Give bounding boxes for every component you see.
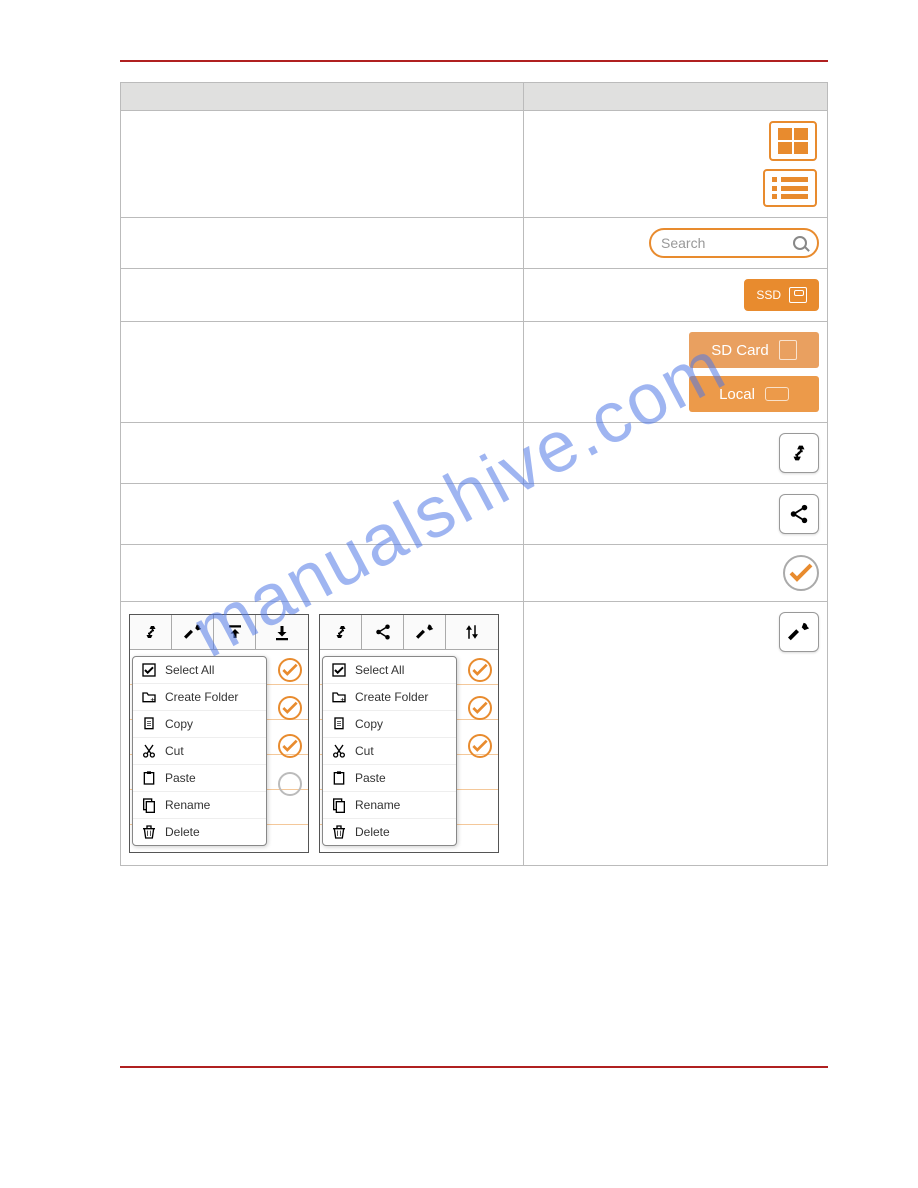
menu-select-all[interactable]: Select All xyxy=(133,657,266,684)
tb-share-2[interactable] xyxy=(362,615,404,649)
refresh-button[interactable] xyxy=(779,433,819,473)
menu-delete-2[interactable]: Delete xyxy=(323,819,456,845)
menu-paste[interactable]: Paste xyxy=(133,765,266,792)
ssd-button[interactable]: SSD xyxy=(744,279,819,311)
menu-cut-2[interactable]: Cut xyxy=(323,738,456,765)
menu-create-folder[interactable]: +Create Folder xyxy=(133,684,266,711)
drive-icon xyxy=(789,287,807,303)
svg-text:+: + xyxy=(150,695,155,704)
grid-view-button[interactable] xyxy=(769,121,817,161)
context-menu-panel-1: Select All +Create Folder Copy Cut Paste… xyxy=(129,614,309,853)
svg-text:+: + xyxy=(340,695,345,704)
sd-card-button[interactable]: SD Card xyxy=(689,332,819,368)
ssd-label: SSD xyxy=(756,288,781,302)
tb-upload[interactable] xyxy=(214,615,256,649)
local-label: Local xyxy=(719,386,755,403)
wrench-icon xyxy=(788,621,810,643)
menu-delete[interactable]: Delete xyxy=(133,819,266,845)
share-icon xyxy=(788,503,810,525)
sd-card-icon xyxy=(779,340,797,360)
menu-select-all-2[interactable]: Select All xyxy=(323,657,456,684)
search-icon xyxy=(793,236,807,250)
refresh-icon xyxy=(788,442,810,464)
tb-refresh[interactable] xyxy=(130,615,172,649)
tb-download[interactable] xyxy=(256,615,308,649)
menu-cut[interactable]: Cut xyxy=(133,738,266,765)
menu-copy-2[interactable]: Copy xyxy=(323,711,456,738)
menu-paste-2[interactable]: Paste xyxy=(323,765,456,792)
phone-icon xyxy=(765,387,789,401)
check-icon xyxy=(789,563,813,583)
tb-sort-2[interactable] xyxy=(446,615,498,649)
list-view-button[interactable] xyxy=(763,169,817,207)
menu-copy[interactable]: Copy xyxy=(133,711,266,738)
context-menu-panel-2: Select All +Create Folder Copy Cut Paste… xyxy=(319,614,499,853)
feature-table: Search SSD SD Card xyxy=(120,82,828,866)
tools-button[interactable] xyxy=(779,612,819,652)
select-button[interactable] xyxy=(783,555,819,591)
sd-card-label: SD Card xyxy=(711,342,769,359)
context-menu-2[interactable]: Select All +Create Folder Copy Cut Paste… xyxy=(322,656,457,846)
menu-rename[interactable]: Rename xyxy=(133,792,266,819)
tb-refresh-2[interactable] xyxy=(320,615,362,649)
tb-tools-2[interactable] xyxy=(404,615,446,649)
local-button[interactable]: Local xyxy=(689,376,819,412)
menu-create-folder-2[interactable]: +Create Folder xyxy=(323,684,456,711)
menu-rename-2[interactable]: Rename xyxy=(323,792,456,819)
share-button[interactable] xyxy=(779,494,819,534)
tb-tools[interactable] xyxy=(172,615,214,649)
search-input[interactable]: Search xyxy=(649,228,819,258)
search-placeholder: Search xyxy=(661,235,793,251)
context-menu-1[interactable]: Select All +Create Folder Copy Cut Paste… xyxy=(132,656,267,846)
